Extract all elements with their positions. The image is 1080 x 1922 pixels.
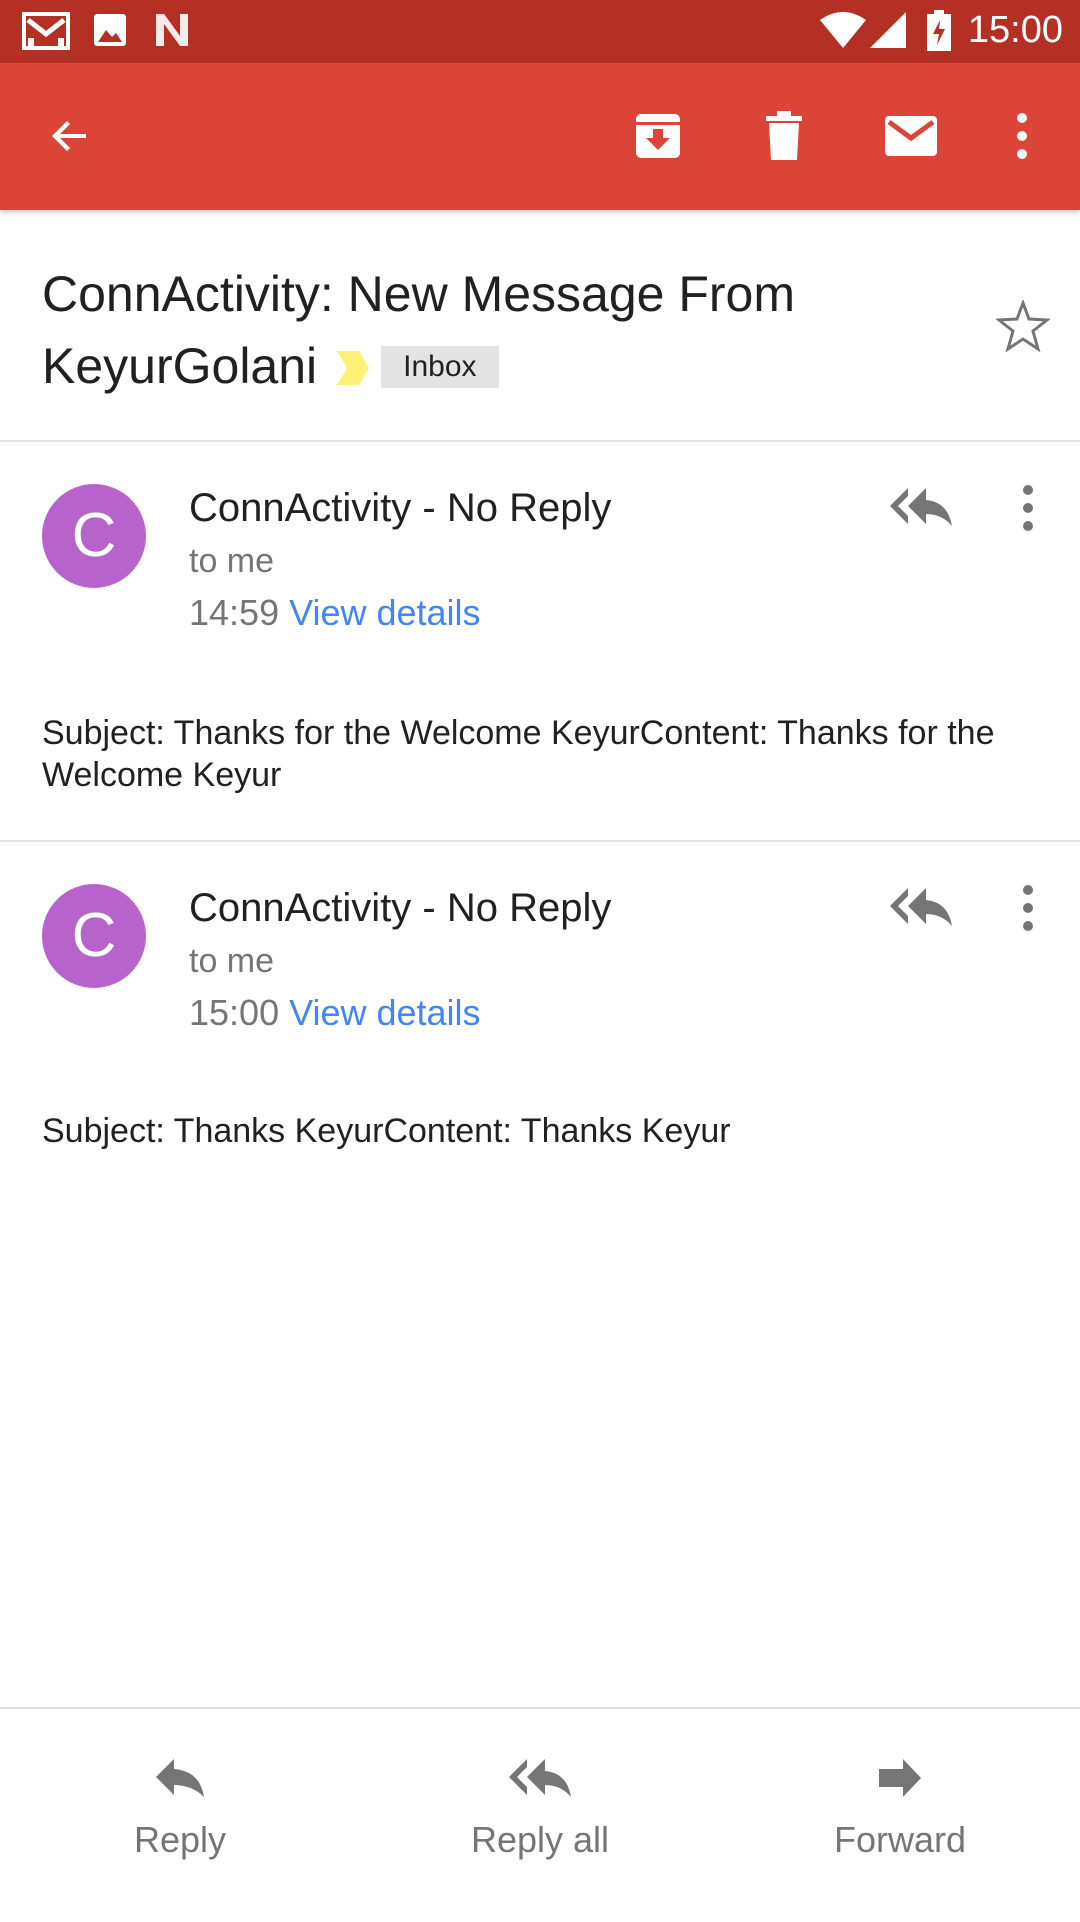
message-body: Subject: Thanks for the Welcome KeyurCon… bbox=[42, 714, 995, 794]
star-icon bbox=[994, 298, 1052, 353]
sender-avatar[interactable]: C bbox=[42, 484, 146, 588]
archive-icon bbox=[636, 114, 680, 158]
reply-all-icon bbox=[890, 888, 952, 926]
thread-subject-block: ConnActivity: New Message From KeyurGola… bbox=[42, 258, 942, 406]
forward-label: Forward bbox=[833, 1819, 967, 1860]
reply-all-button[interactable] bbox=[886, 482, 956, 532]
inbox-label-chip[interactable]: Inbox bbox=[381, 345, 499, 388]
mark-unread-icon bbox=[885, 116, 937, 156]
message-body: Subject: Thanks KeyurContent: Thanks Key… bbox=[42, 1112, 731, 1150]
mark-unread-button[interactable] bbox=[871, 96, 951, 176]
delete-button[interactable] bbox=[744, 96, 824, 176]
reply-all-label: Reply all bbox=[470, 1819, 610, 1860]
app-bar bbox=[0, 63, 1080, 210]
gmail-icon bbox=[22, 10, 70, 57]
forward-icon bbox=[750, 1757, 1050, 1799]
reply-label: Reply bbox=[133, 1819, 227, 1860]
overflow-menu-icon bbox=[1023, 885, 1033, 931]
message-time-row: 15:00 View details bbox=[189, 992, 481, 1034]
importance-marker-icon[interactable] bbox=[335, 334, 371, 406]
delete-icon bbox=[766, 111, 802, 160]
bottom-action-bar: Reply Reply all Forward bbox=[0, 1707, 1080, 1922]
reply-action[interactable]: Reply bbox=[30, 1709, 330, 1920]
reply-all-icon bbox=[890, 488, 952, 526]
reply-icon bbox=[30, 1757, 330, 1797]
message-card[interactable]: C ConnActivity - No Reply to me 14:59 Vie… bbox=[0, 442, 1080, 840]
status-time: 15:00 bbox=[967, 9, 1063, 51]
thread-header: ConnActivity: New Message From KeyurGola… bbox=[0, 210, 1080, 440]
signal-icon bbox=[868, 10, 908, 55]
sender-name: ConnActivity - No Reply bbox=[189, 886, 612, 930]
status-bar: 15:00 bbox=[0, 0, 1080, 63]
message-overflow-button[interactable] bbox=[1006, 880, 1050, 936]
star-button[interactable] bbox=[994, 298, 1052, 357]
wifi-icon bbox=[818, 10, 868, 55]
overflow-menu-button[interactable] bbox=[982, 96, 1062, 176]
forward-action[interactable]: Forward bbox=[750, 1709, 1050, 1920]
sender-avatar[interactable]: C bbox=[42, 884, 146, 988]
reply-all-action[interactable]: Reply all bbox=[390, 1709, 690, 1920]
photo-icon bbox=[92, 10, 128, 55]
recipient-line: to me bbox=[189, 942, 275, 980]
message-time: 14:59 bbox=[189, 592, 280, 633]
reply-all-button[interactable] bbox=[886, 882, 956, 932]
back-button[interactable] bbox=[30, 96, 110, 176]
recipient-line: to me bbox=[189, 542, 275, 580]
battery-charging-icon bbox=[926, 10, 952, 57]
message-card[interactable]: C ConnActivity - No Reply to me 15:00 Vie… bbox=[0, 842, 1080, 1242]
overflow-menu-icon bbox=[1017, 113, 1027, 159]
view-details-link[interactable]: View details bbox=[289, 992, 480, 1033]
sender-name: ConnActivity - No Reply bbox=[189, 486, 612, 530]
message-overflow-button[interactable] bbox=[1006, 480, 1050, 536]
overflow-menu-icon bbox=[1023, 485, 1033, 531]
n-icon bbox=[152, 10, 192, 55]
reply-all-icon bbox=[390, 1757, 690, 1797]
message-time-row: 14:59 View details bbox=[189, 592, 481, 634]
message-time: 15:00 bbox=[189, 992, 280, 1033]
view-details-link[interactable]: View details bbox=[289, 592, 480, 633]
archive-button[interactable] bbox=[618, 96, 698, 176]
back-arrow-icon bbox=[52, 121, 86, 151]
